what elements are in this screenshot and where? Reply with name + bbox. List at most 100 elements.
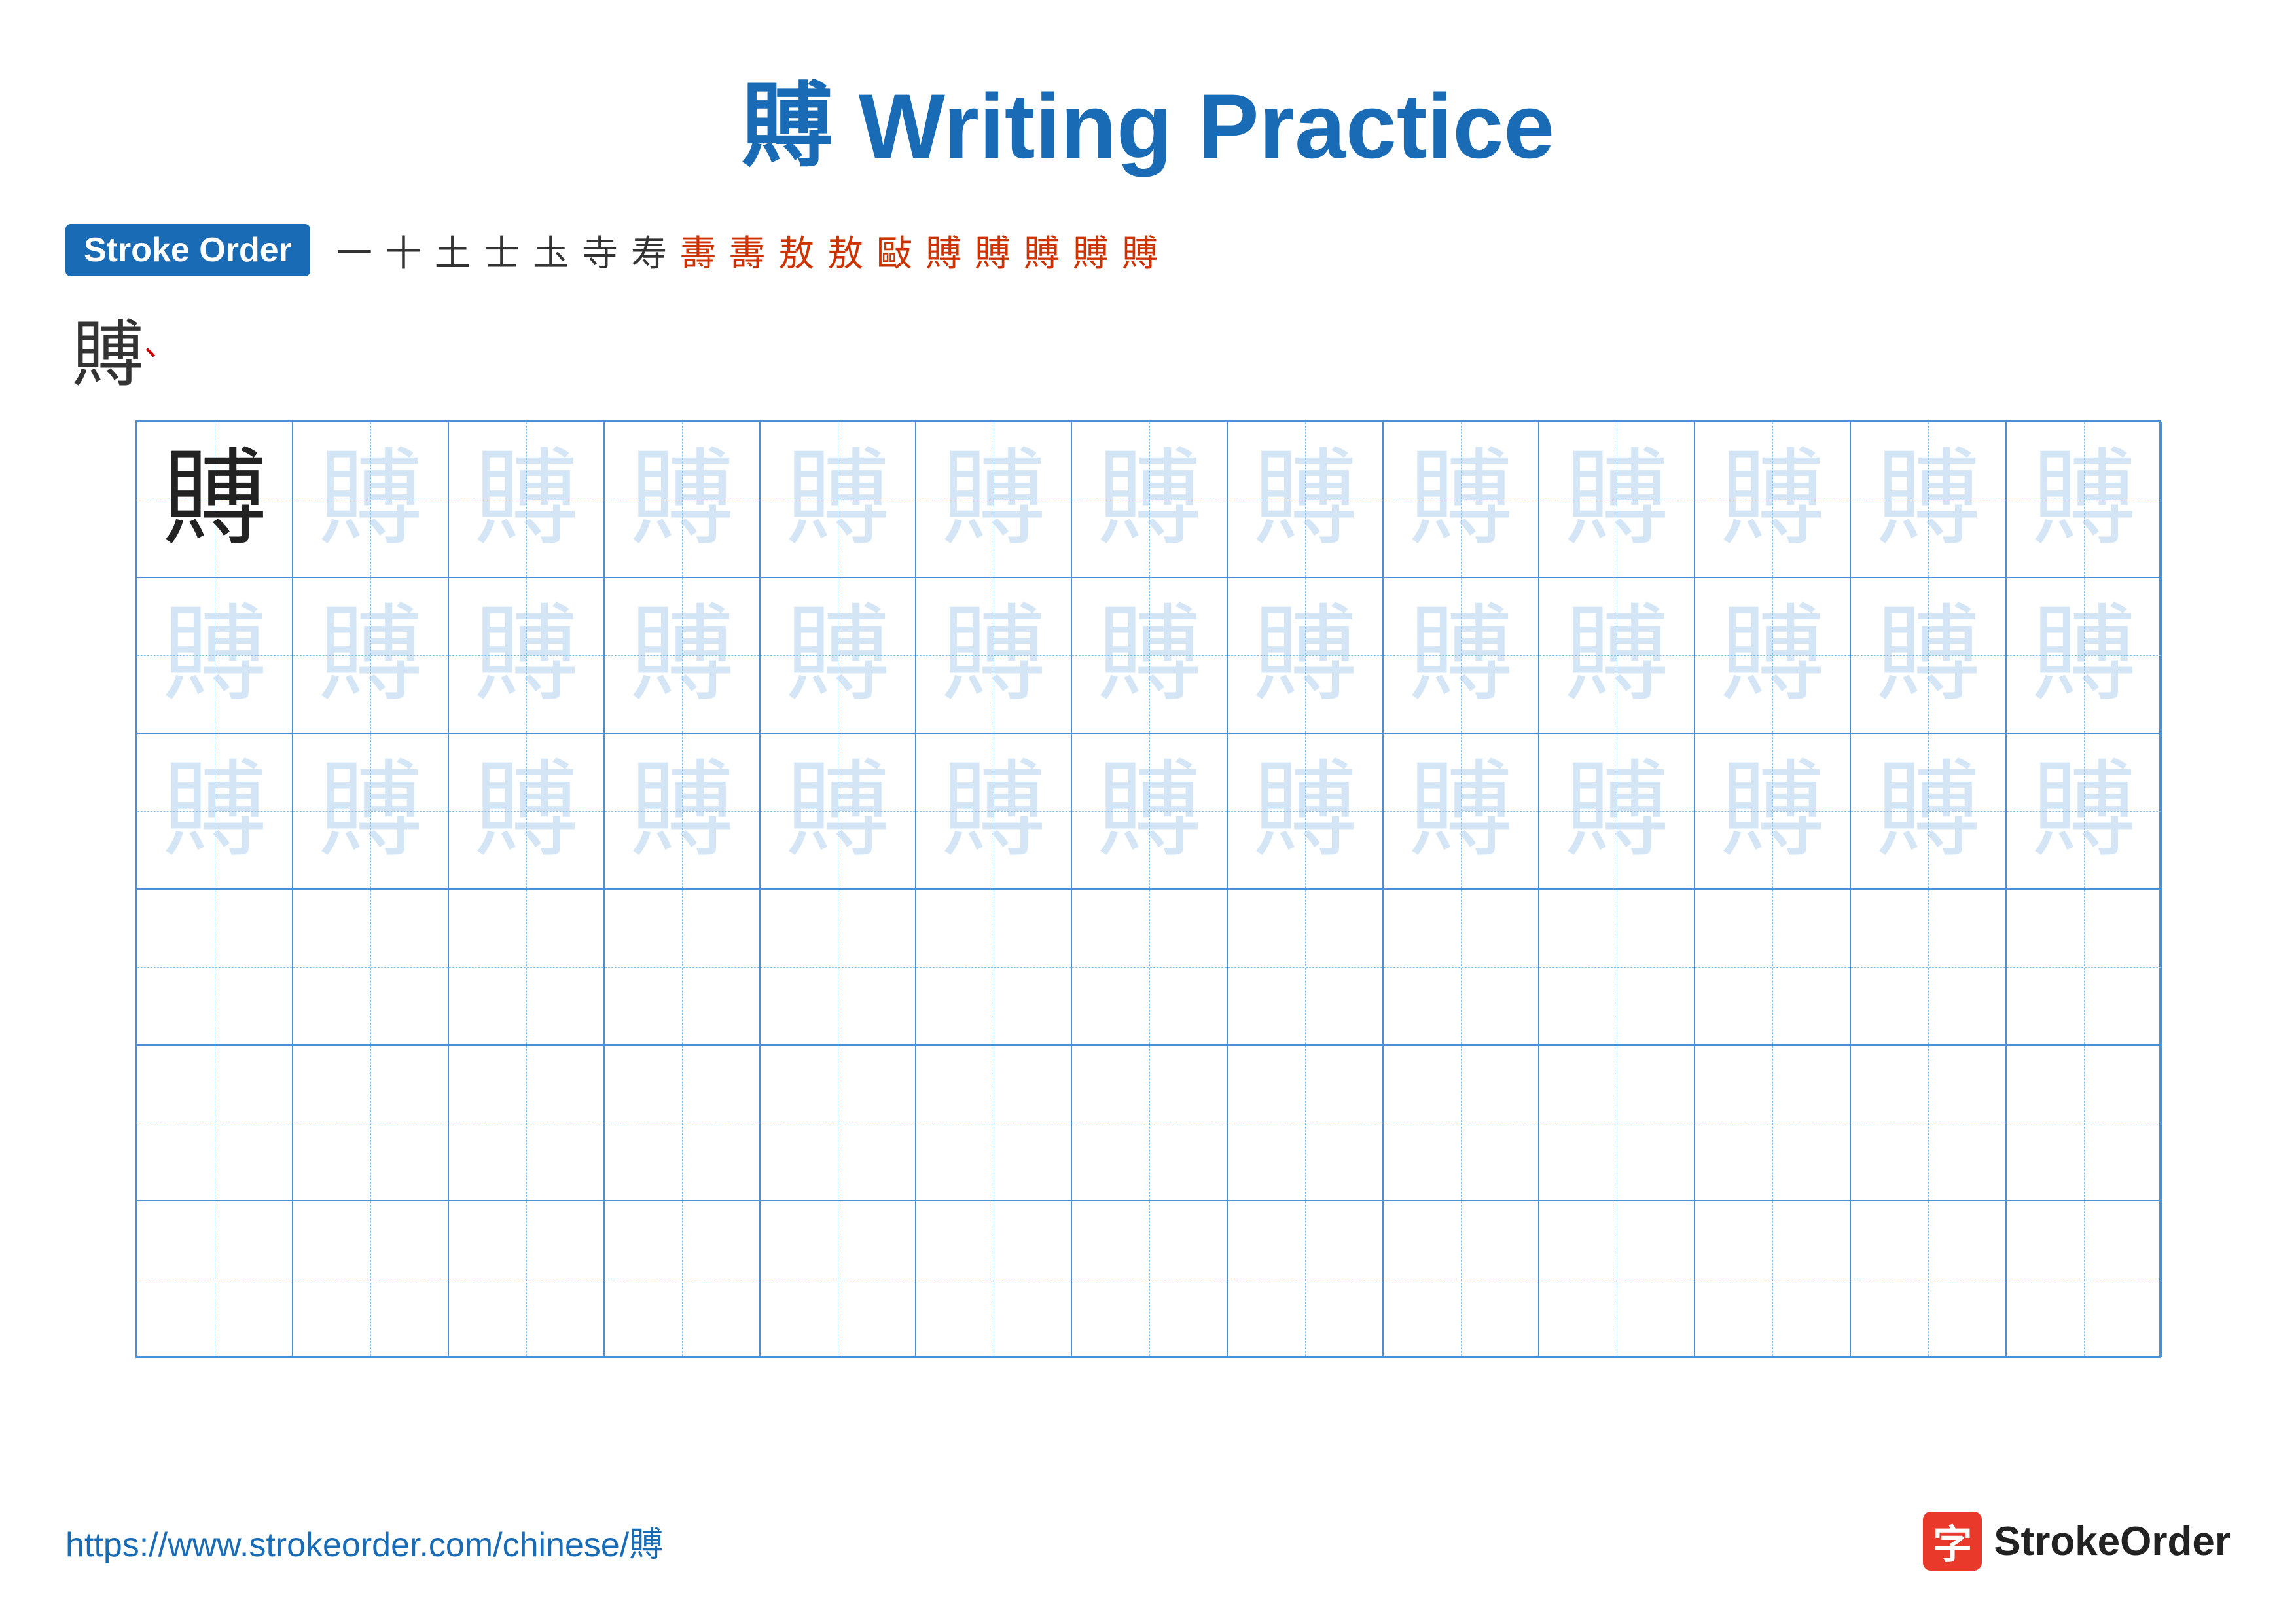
cell-r5-c11[interactable]: [1695, 1045, 1850, 1201]
cell-r4-c7[interactable]: [1071, 889, 1227, 1045]
cell-r5-c3[interactable]: [448, 1045, 604, 1201]
stroke-13: 賻: [925, 224, 961, 276]
stroke-9: 夀: [729, 224, 765, 276]
cell-r4-c12[interactable]: [1850, 889, 2006, 1045]
cell-r4-c8[interactable]: [1227, 889, 1383, 1045]
cell-r6-c1[interactable]: [137, 1201, 293, 1357]
cell-r5-c13[interactable]: [2006, 1045, 2162, 1201]
cell-r2-c5[interactable]: 賻: [760, 577, 916, 733]
cell-r6-c12[interactable]: [1850, 1201, 2006, 1357]
cell-r6-c9[interactable]: [1383, 1201, 1539, 1357]
cell-r3-c11[interactable]: 賻: [1695, 733, 1850, 889]
cell-r3-c13[interactable]: 賻: [2006, 733, 2162, 889]
cell-r4-c6[interactable]: [916, 889, 1071, 1045]
stroke-7: 寿: [631, 224, 667, 276]
cell-r6-c7[interactable]: [1071, 1201, 1227, 1357]
cell-r6-c8[interactable]: [1227, 1201, 1383, 1357]
cell-r4-c9[interactable]: [1383, 889, 1539, 1045]
cell-r6-c4[interactable]: [604, 1201, 760, 1357]
cell-r6-c2[interactable]: [293, 1201, 448, 1357]
page: 賻 Writing Practice Stroke Order 一 十 土 士 …: [0, 0, 2296, 1623]
cell-r3-c4[interactable]: 賻: [604, 733, 760, 889]
cell-r3-c12[interactable]: 賻: [1850, 733, 2006, 889]
stroke-17: 賻: [1122, 224, 1158, 276]
stroke-15: 賻: [1024, 224, 1060, 276]
stroke-2: 十: [386, 224, 422, 276]
cell-r6-c11[interactable]: [1695, 1201, 1850, 1357]
cell-r2-c2[interactable]: 賻: [293, 577, 448, 733]
title-char: 賻: [742, 75, 833, 177]
cell-r1-c5[interactable]: 賻: [760, 422, 916, 577]
cell-r1-c13[interactable]: 賻: [2006, 422, 2162, 577]
cell-r4-c2[interactable]: [293, 889, 448, 1045]
cell-r3-c3[interactable]: 賻: [448, 733, 604, 889]
cell-r4-c1[interactable]: [137, 889, 293, 1045]
cell-r5-c9[interactable]: [1383, 1045, 1539, 1201]
cell-r1-c11[interactable]: 賻: [1695, 422, 1850, 577]
cell-r4-c4[interactable]: [604, 889, 760, 1045]
cell-r1-c2[interactable]: 賻: [293, 422, 448, 577]
cell-r1-c1[interactable]: 賻: [137, 422, 293, 577]
cell-r4-c10[interactable]: [1539, 889, 1695, 1045]
cell-r2-c3[interactable]: 賻: [448, 577, 604, 733]
cell-r1-c3[interactable]: 賻: [448, 422, 604, 577]
cell-r6-c6[interactable]: [916, 1201, 1071, 1357]
cell-r5-c10[interactable]: [1539, 1045, 1695, 1201]
cell-r1-c9[interactable]: 賻: [1383, 422, 1539, 577]
stroke-11: 敖: [827, 224, 863, 276]
cell-r3-c7[interactable]: 賻: [1071, 733, 1227, 889]
cell-r6-c13[interactable]: [2006, 1201, 2162, 1357]
cell-r3-c5[interactable]: 賻: [760, 733, 916, 889]
footer-url[interactable]: https://www.strokeorder.com/chinese/賻: [65, 1517, 663, 1566]
cell-r5-c2[interactable]: [293, 1045, 448, 1201]
stroke-order-badge: Stroke Order: [65, 224, 310, 276]
cell-r1-c10[interactable]: 賻: [1539, 422, 1695, 577]
cell-r5-c6[interactable]: [916, 1045, 1071, 1201]
page-title: 賻 Writing Practice: [65, 52, 2231, 185]
cell-r2-c4[interactable]: 賻: [604, 577, 760, 733]
cell-r5-c1[interactable]: [137, 1045, 293, 1201]
cell-r1-c7[interactable]: 賻: [1071, 422, 1227, 577]
cell-r1-c8[interactable]: 賻: [1227, 422, 1383, 577]
cell-r5-c4[interactable]: [604, 1045, 760, 1201]
cell-r6-c10[interactable]: [1539, 1201, 1695, 1357]
stroke-5: 圡: [533, 224, 569, 276]
cell-r6-c3[interactable]: [448, 1201, 604, 1357]
cell-r1-c12[interactable]: 賻: [1850, 422, 2006, 577]
cell-r4-c5[interactable]: [760, 889, 916, 1045]
cell-r5-c12[interactable]: [1850, 1045, 2006, 1201]
cell-r1-c4[interactable]: 賻: [604, 422, 760, 577]
cell-r3-c2[interactable]: 賻: [293, 733, 448, 889]
cell-r2-c13[interactable]: 賻: [2006, 577, 2162, 733]
cell-r2-c10[interactable]: 賻: [1539, 577, 1695, 733]
cell-r2-c12[interactable]: 賻: [1850, 577, 2006, 733]
cell-r5-c8[interactable]: [1227, 1045, 1383, 1201]
stroke-6: 寺: [582, 224, 618, 276]
cell-r2-c7[interactable]: 賻: [1071, 577, 1227, 733]
practice-grid[interactable]: 賻 賻 賻 賻 賻 賻 賻 賻 賻 賻 賻 賻 賻 賻 賻 賻 賻 賻 賻 賻 …: [135, 420, 2161, 1358]
cell-r2-c6[interactable]: 賻: [916, 577, 1071, 733]
cell-r5-c7[interactable]: [1071, 1045, 1227, 1201]
cell-r3-c8[interactable]: 賻: [1227, 733, 1383, 889]
stroke-14: 賻: [975, 224, 1011, 276]
cell-r3-c9[interactable]: 賻: [1383, 733, 1539, 889]
cell-r3-c10[interactable]: 賻: [1539, 733, 1695, 889]
cell-r4-c13[interactable]: [2006, 889, 2162, 1045]
cell-r2-c11[interactable]: 賻: [1695, 577, 1850, 733]
stroke-10: 敖: [778, 224, 814, 276]
logo-char: 字: [1933, 1513, 1972, 1570]
stroke-16: 賻: [1073, 224, 1109, 276]
cell-r3-c6[interactable]: 賻: [916, 733, 1071, 889]
final-char-display: 賻、: [72, 296, 2231, 401]
cell-r5-c5[interactable]: [760, 1045, 916, 1201]
cell-r2-c1[interactable]: 賻: [137, 577, 293, 733]
footer-logo: 字 StrokeOrder: [1923, 1512, 2231, 1571]
cell-r2-c9[interactable]: 賻: [1383, 577, 1539, 733]
cell-r6-c5[interactable]: [760, 1201, 916, 1357]
logo-icon: 字: [1923, 1512, 1982, 1571]
cell-r3-c1[interactable]: 賻: [137, 733, 293, 889]
cell-r2-c8[interactable]: 賻: [1227, 577, 1383, 733]
cell-r4-c3[interactable]: [448, 889, 604, 1045]
cell-r4-c11[interactable]: [1695, 889, 1850, 1045]
cell-r1-c6[interactable]: 賻: [916, 422, 1071, 577]
